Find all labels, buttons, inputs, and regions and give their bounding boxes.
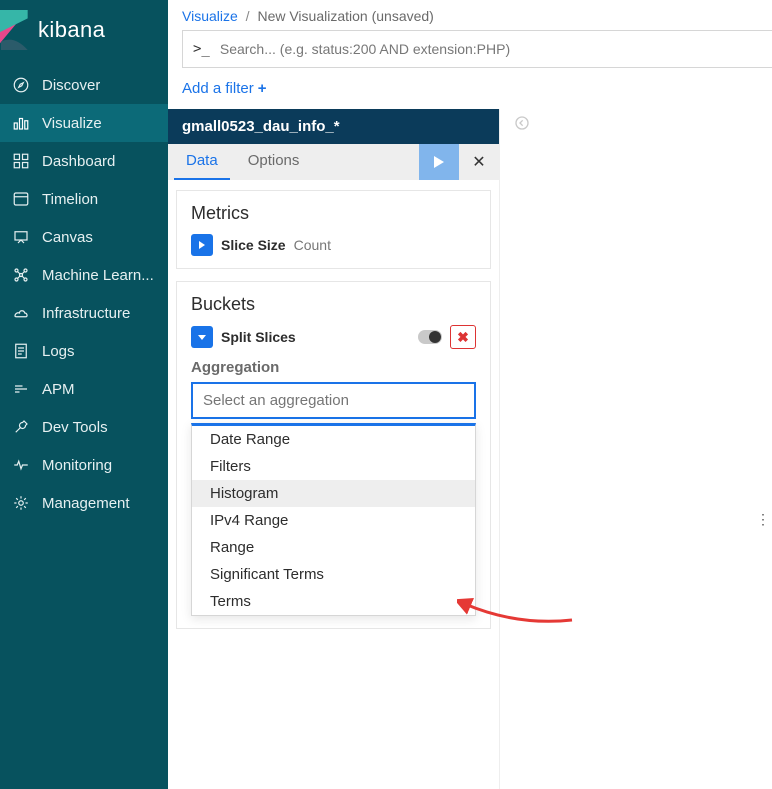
sidebar-item-label: Dashboard	[42, 153, 115, 170]
bucket-delete-button[interactable]: ✖	[450, 325, 476, 349]
drag-dots-icon: ⋮	[756, 511, 770, 527]
sidebar-item-ml[interactable]: Machine Learn...	[0, 256, 168, 294]
tab-data[interactable]: Data	[174, 144, 230, 180]
search-input[interactable]	[220, 41, 772, 57]
aggregation-option[interactable]: Histogram	[192, 480, 475, 507]
kibana-logo-icon	[0, 10, 28, 50]
buckets-title: Buckets	[191, 294, 476, 315]
sidebar: kibana Discover Visualize Dashboard Time…	[0, 0, 168, 789]
logs-icon	[12, 342, 30, 360]
aggregation-option[interactable]: Terms	[192, 588, 475, 615]
gear-icon	[12, 494, 30, 512]
main: Visualize / New Visualization (unsaved) …	[168, 0, 772, 789]
sidebar-item-label: Management	[42, 495, 130, 512]
metric-meta: Count	[294, 237, 331, 253]
caret-down-icon	[197, 332, 207, 342]
apply-button[interactable]	[419, 144, 459, 180]
sidebar-item-label: Machine Learn...	[42, 267, 154, 284]
collapse-bucket-button[interactable]	[191, 326, 213, 348]
prompt-icon: >_	[183, 41, 220, 57]
aggregation-option[interactable]: Significant Terms	[192, 561, 475, 588]
sidebar-item-label: APM	[42, 381, 75, 398]
sidebar-item-visualize[interactable]: Visualize	[0, 104, 168, 142]
metrics-row[interactable]: Slice Size Count	[191, 234, 476, 256]
heartbeat-icon	[12, 456, 30, 474]
sidebar-item-timelion[interactable]: Timelion	[0, 180, 168, 218]
brand-name: kibana	[38, 17, 105, 43]
close-icon: ✕	[472, 152, 485, 172]
aggregation-field-label: Aggregation	[191, 359, 476, 376]
buckets-card: Buckets Split Slices ✖ Ag	[176, 281, 491, 629]
close-panel-button[interactable]: ✕	[459, 144, 499, 180]
collapse-panel-button[interactable]	[514, 115, 530, 136]
sidebar-item-label: Monitoring	[42, 457, 112, 474]
sidebar-item-label: Logs	[42, 343, 75, 360]
aggregation-dropdown: Date Range Filters Histogram IPv4 Range …	[191, 423, 476, 616]
sidebar-item-label: Visualize	[42, 115, 102, 132]
sidebar-item-management[interactable]: Management	[0, 484, 168, 522]
metrics-card: Metrics Slice Size Count	[176, 190, 491, 269]
canvas-icon	[12, 228, 30, 246]
index-pattern-bar[interactable]: gmall0523_dau_info_*	[168, 109, 499, 144]
editor-panel: gmall0523_dau_info_* Data Options ✕ M	[168, 109, 500, 789]
filter-bar: Add a filter +	[168, 68, 772, 109]
bucket-row[interactable]: Split Slices ✖	[191, 325, 476, 349]
bucket-enable-toggle[interactable]	[418, 330, 442, 344]
sidebar-item-label: Canvas	[42, 229, 93, 246]
resize-handle[interactable]: ⋮	[756, 511, 770, 528]
play-icon	[433, 155, 445, 169]
search-bar[interactable]: >_	[182, 30, 772, 68]
dashboard-icon	[12, 152, 30, 170]
sidebar-item-dashboard[interactable]: Dashboard	[0, 142, 168, 180]
compass-icon	[12, 76, 30, 94]
sidebar-item-label: Infrastructure	[42, 305, 130, 322]
visualization-canvas: ⋮	[500, 109, 772, 789]
sidebar-item-discover[interactable]: Discover	[0, 66, 168, 104]
sidebar-item-canvas[interactable]: Canvas	[0, 218, 168, 256]
timelion-icon	[12, 190, 30, 208]
bucket-label: Split Slices	[221, 329, 296, 345]
add-filter-label: Add a filter	[182, 80, 254, 97]
tabstrip: Data Options ✕	[168, 144, 499, 180]
play-small-icon	[197, 240, 207, 250]
add-filter-button[interactable]: Add a filter +	[182, 80, 266, 97]
aggregation-select[interactable]	[191, 382, 476, 419]
sidebar-item-infrastructure[interactable]: Infrastructure	[0, 294, 168, 332]
brand[interactable]: kibana	[0, 0, 168, 66]
sidebar-item-label: Timelion	[42, 191, 98, 208]
plus-icon: +	[258, 80, 267, 97]
sidebar-item-monitoring[interactable]: Monitoring	[0, 446, 168, 484]
x-icon: ✖	[457, 329, 469, 346]
breadcrumb-root[interactable]: Visualize	[182, 8, 238, 24]
chart-icon	[12, 114, 30, 132]
sidebar-item-devtools[interactable]: Dev Tools	[0, 408, 168, 446]
aggregation-option[interactable]: IPv4 Range	[192, 507, 475, 534]
metric-label: Slice Size	[221, 237, 286, 253]
sidebar-item-label: Dev Tools	[42, 419, 108, 436]
nav-list: Discover Visualize Dashboard Timelion Ca…	[0, 66, 168, 522]
aggregation-option[interactable]: Filters	[192, 453, 475, 480]
breadcrumb: Visualize / New Visualization (unsaved)	[168, 0, 772, 28]
aggregation-option[interactable]: Date Range	[192, 426, 475, 453]
metrics-title: Metrics	[191, 203, 476, 224]
sidebar-item-logs[interactable]: Logs	[0, 332, 168, 370]
ml-icon	[12, 266, 30, 284]
chevron-left-circle-icon	[514, 115, 530, 131]
tab-options[interactable]: Options	[236, 144, 312, 180]
breadcrumb-current: New Visualization (unsaved)	[257, 8, 433, 24]
sidebar-item-label: Discover	[42, 77, 100, 94]
expand-metric-button[interactable]	[191, 234, 213, 256]
aggregation-option[interactable]: Range	[192, 534, 475, 561]
apm-icon	[12, 380, 30, 398]
wrench-icon	[12, 418, 30, 436]
infrastructure-icon	[12, 304, 30, 322]
sidebar-item-apm[interactable]: APM	[0, 370, 168, 408]
breadcrumb-separator: /	[242, 8, 254, 24]
